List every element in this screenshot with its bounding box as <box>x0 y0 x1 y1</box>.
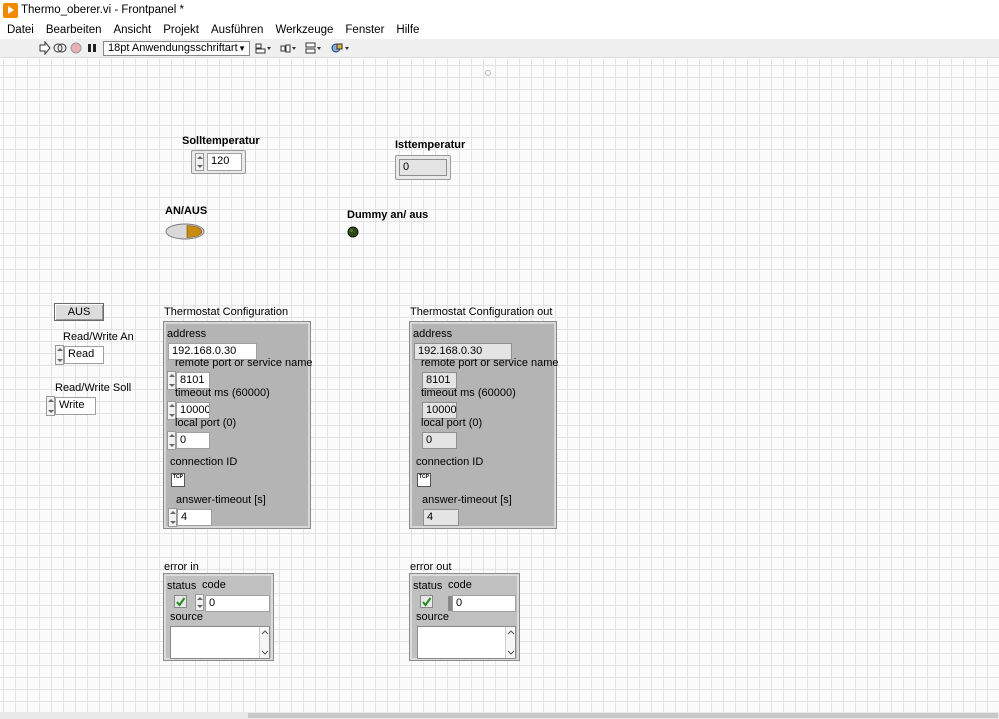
error-in-code-increment[interactable] <box>195 594 204 611</box>
isttemperatur-label: Isttemperatur <box>395 139 466 151</box>
error-out-source-scrollbar[interactable] <box>505 627 515 658</box>
check-icon <box>176 597 186 607</box>
pause-icon[interactable] <box>85 41 99 55</box>
config-in-port-label: remote port or service name <box>175 357 313 369</box>
error-in-source-input[interactable] <box>170 626 270 659</box>
config-out-answer-label: answer-timeout [s] <box>422 494 512 506</box>
rw-an-label: Read/Write An <box>63 331 134 343</box>
chevron-down-icon: ▼ <box>238 44 246 53</box>
error-in-code-label: code <box>202 579 226 591</box>
error-out-source-value <box>417 626 516 659</box>
error-in-status-label: status <box>167 580 197 592</box>
config-out-title: Thermostat Configuration out <box>410 306 553 318</box>
error-out-status-label: status <box>413 580 443 592</box>
error-in-source-label: source <box>170 611 204 623</box>
config-in-local-input[interactable]: 0 <box>176 432 210 449</box>
origin-marker-icon <box>484 68 492 76</box>
check-icon <box>422 597 432 607</box>
config-in-timeout-label: timeout ms (60000) <box>175 387 270 399</box>
menu-projekt[interactable]: Projekt <box>157 22 205 39</box>
config-out-conn-label: connection ID <box>416 456 484 468</box>
dummy-label: Dummy an/ aus <box>347 209 429 221</box>
error-in-source-scrollbar[interactable] <box>259 627 269 658</box>
isttemperatur-indicator: 0 <box>395 155 451 180</box>
config-in-local-increment[interactable] <box>167 431 176 450</box>
error-in-title: error in <box>164 561 199 573</box>
title-bar: Thermo_oberer.vi - Frontpanel * <box>0 0 999 22</box>
config-in-title: Thermostat Configuration <box>164 306 289 318</box>
solltemperatur-increment[interactable] <box>195 153 204 171</box>
menu-fenster[interactable]: Fenster <box>339 22 390 39</box>
error-out-title: error out <box>410 561 452 573</box>
config-in-conn-label: connection ID <box>170 456 238 468</box>
run-continuously-icon[interactable] <box>53 41 67 55</box>
an-aus-label: AN/AUS <box>165 205 208 217</box>
error-out-code-value: 0 <box>452 595 516 612</box>
dummy-led-indicator <box>347 226 359 238</box>
solltemperatur-label: Solltemperatur <box>182 135 260 147</box>
font-select-value: 18pt Anwendungsschriftart <box>108 42 238 54</box>
rw-an-ring[interactable]: Read <box>64 346 104 364</box>
config-in-answer-label: answer-timeout [s] <box>176 494 266 506</box>
menu-werkzeuge[interactable]: Werkzeuge <box>269 22 339 39</box>
resize-objects-icon[interactable] <box>305 41 323 55</box>
isttemperatur-value: 0 <box>399 159 447 176</box>
config-in-local-label: local port (0) <box>175 417 237 429</box>
rw-an-ring-increment[interactable] <box>55 345 64 365</box>
menu-ausfuehren[interactable]: Ausführen <box>205 22 269 39</box>
menu-bearbeiten[interactable]: Bearbeiten <box>40 22 108 39</box>
error-out-source-label: source <box>416 611 450 623</box>
config-out-tcp-icon: TCP <box>417 473 431 487</box>
solltemperatur-control: 120 <box>191 150 246 174</box>
abort-icon[interactable] <box>69 41 83 55</box>
error-out-code-label: code <box>448 579 472 591</box>
config-out-local-label: local port (0) <box>421 417 483 429</box>
aus-button[interactable]: AUS <box>54 303 104 321</box>
config-in-tcp-icon[interactable]: TCP <box>171 473 185 487</box>
menu-datei[interactable]: Datei <box>0 22 40 39</box>
config-in-answer-increment[interactable] <box>168 508 177 527</box>
error-in-status-checkbox[interactable] <box>174 595 187 608</box>
menu-bar: Datei Bearbeiten Ansicht Projekt Ausführ… <box>0 22 999 39</box>
config-out-answer-value: 4 <box>423 509 459 526</box>
rw-soll-ring-increment[interactable] <box>46 396 55 416</box>
run-arrow-icon[interactable] <box>38 40 52 56</box>
config-out-address-label: address <box>413 328 453 340</box>
error-in-code-input[interactable]: 0 <box>205 595 270 612</box>
align-objects-icon[interactable] <box>255 41 273 55</box>
solltemperatur-input[interactable]: 120 <box>207 153 242 171</box>
menu-ansicht[interactable]: Ansicht <box>107 22 157 39</box>
font-select[interactable]: 18pt Anwendungsschriftart ▼ <box>103 41 250 56</box>
config-in-address-label: address <box>167 328 207 340</box>
config-out-timeout-label: timeout ms (60000) <box>421 387 516 399</box>
error-out-status-indicator <box>420 595 433 608</box>
toolbar: 18pt Anwendungsschriftart ▼ <box>0 39 999 58</box>
an-aus-switch[interactable] <box>165 223 205 240</box>
labview-app-icon <box>3 3 18 18</box>
config-out-local-value: 0 <box>422 432 457 449</box>
config-out-port-label: remote port or service name <box>421 357 559 369</box>
rw-soll-ring[interactable]: Write <box>55 397 96 415</box>
window-title: Thermo_oberer.vi - Frontpanel * <box>21 4 184 16</box>
rw-soll-label: Read/Write Soll <box>55 382 132 394</box>
horizontal-scrollbar[interactable] <box>0 712 999 719</box>
reorder-icon[interactable] <box>331 41 351 55</box>
config-in-answer-input[interactable]: 4 <box>177 509 212 526</box>
distribute-objects-icon[interactable] <box>280 41 298 55</box>
horizontal-scrollbar-thumb[interactable] <box>248 713 998 718</box>
menu-hilfe[interactable]: Hilfe <box>390 22 425 39</box>
